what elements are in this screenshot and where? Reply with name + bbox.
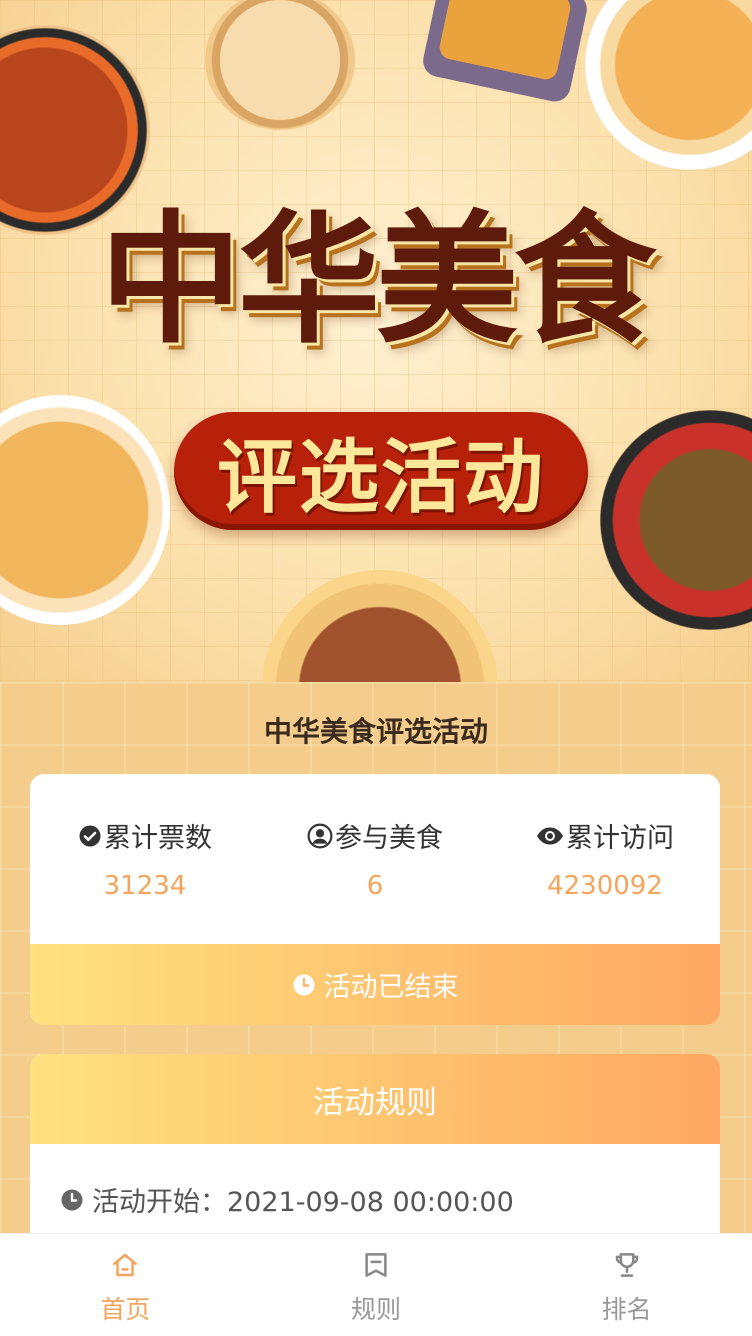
- activity-start-time: 活动开始：2021-09-08 00:00:00: [60, 1180, 514, 1219]
- tab-rules[interactable]: 规则: [251, 1234, 502, 1336]
- stat-participating-food: 参与美食 6: [260, 816, 490, 901]
- stat-label: 参与美食: [335, 823, 443, 854]
- tab-label: 排名: [601, 1295, 652, 1324]
- dish-illustration: [600, 410, 752, 630]
- activity-start-text: 活动开始：2021-09-08 00:00:00: [92, 1187, 514, 1218]
- stat-label: 累计访问: [566, 823, 674, 854]
- dish-illustration: [0, 395, 170, 625]
- home-icon: [113, 1253, 138, 1277]
- tab-label: 首页: [100, 1295, 151, 1324]
- stat-value: 6: [366, 871, 384, 901]
- tab-label: 规则: [351, 1295, 402, 1324]
- hero-banner: 中华美食 评选活动: [0, 0, 752, 682]
- rules-header: 活动规则: [30, 1054, 720, 1144]
- rules-card: 活动规则 活动开始：2021-09-08 00:00:00: [30, 1054, 720, 1234]
- tab-home[interactable]: 首页: [0, 1234, 251, 1336]
- bottom-tab-bar: 首页 规则 排名: [0, 1234, 752, 1336]
- eye-icon: [537, 827, 563, 844]
- dish-illustration: [205, 0, 355, 130]
- hero-subtitle: 评选活动: [217, 431, 545, 524]
- main-content[interactable]: 中华美食评选活动 累计票数 31234 参与美食 6 累计访问 4230092 …: [0, 682, 752, 1234]
- activity-status-bar: 活动已结束: [30, 944, 720, 1025]
- activity-status-text: 活动已结束: [323, 972, 459, 1003]
- dish-illustration: [262, 570, 498, 682]
- dish-illustration: [585, 0, 752, 170]
- stat-total-visits: 累计访问 4230092: [490, 816, 720, 901]
- stat-value: 31234: [103, 871, 187, 901]
- page-title: 中华美食评选活动: [263, 715, 488, 748]
- stat-label: 累计票数: [104, 823, 212, 854]
- check-circle-icon: [79, 825, 101, 846]
- stats-card: 累计票数 31234 参与美食 6 累计访问 4230092 活动已结束: [30, 774, 720, 1025]
- user-circle-icon: [307, 823, 333, 848]
- stat-value: 4230092: [547, 871, 663, 901]
- stat-total-votes: 累计票数 31234: [30, 816, 260, 901]
- tab-ranking[interactable]: 排名: [501, 1234, 752, 1336]
- hero-title: 中华美食: [100, 197, 656, 363]
- clock-icon: [61, 1189, 83, 1210]
- hero-subtitle-pill: 评选活动: [174, 412, 588, 530]
- clock-icon: [293, 974, 314, 995]
- trophy-icon: [615, 1253, 638, 1277]
- bookmark-icon: [365, 1253, 387, 1277]
